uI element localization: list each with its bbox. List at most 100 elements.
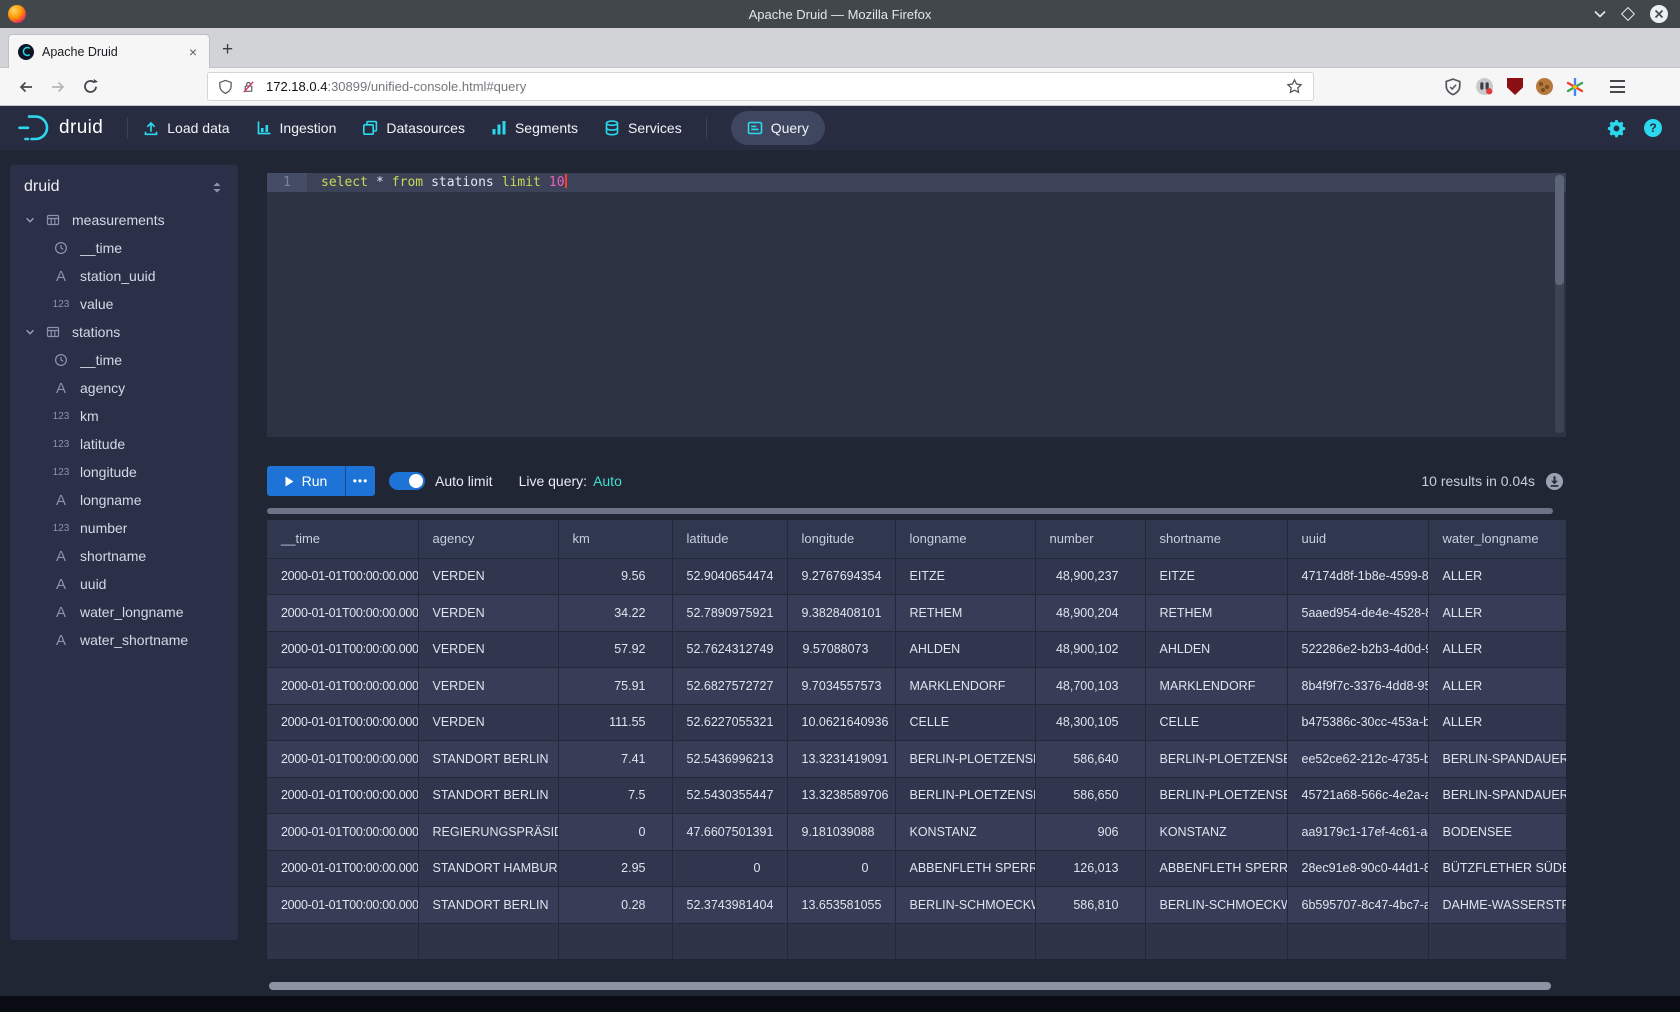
sidebar-column[interactable]: A shortname [10, 542, 238, 570]
table-cell[interactable]: BODENSEE [1428, 814, 1566, 851]
table-cell[interactable]: 52.6227055321 [672, 704, 787, 741]
table-cell[interactable] [672, 923, 787, 959]
table-cell[interactable] [1035, 923, 1145, 959]
table-cell[interactable]: 47.6607501391 [672, 814, 787, 851]
column-header[interactable]: latitude [672, 520, 787, 558]
column-header[interactable]: shortname [1145, 520, 1287, 558]
bookmark-star-icon[interactable] [1286, 78, 1303, 95]
table-cell[interactable]: ABBENFLETH SPERRWERK [1145, 850, 1287, 887]
table-cell[interactable]: 34.22 [558, 595, 672, 632]
table-cell[interactable]: 75.91 [558, 668, 672, 705]
table-cell[interactable]: 7.41 [558, 741, 672, 778]
table-cell[interactable]: CELLE [895, 704, 1035, 741]
table-cell[interactable]: 586,640 [1035, 741, 1145, 778]
sidebar-column[interactable]: __time [10, 234, 238, 262]
sidebar-column[interactable]: A water_shortname [10, 626, 238, 654]
table-cell[interactable]: 48,700,103 [1035, 668, 1145, 705]
table-cell[interactable]: 10.0621640936 [787, 704, 895, 741]
table-cell[interactable]: ee52ce62-212c-4735-b4 [1287, 741, 1428, 778]
table-cell[interactable]: ALLER [1428, 558, 1566, 595]
table-cell[interactable]: VERDEN [418, 558, 558, 595]
sort-icon[interactable] [210, 180, 224, 195]
table-cell[interactable]: ALLER [1428, 631, 1566, 668]
table-cell[interactable]: STANDORT BERLIN [418, 741, 558, 778]
column-header[interactable]: __time [267, 520, 418, 558]
table-cell[interactable]: KONSTANZ [1145, 814, 1287, 851]
table-cell[interactable]: 47174d8f-1b8e-4599-8a [1287, 558, 1428, 595]
table-cell[interactable]: 9.56 [558, 558, 672, 595]
table-cell[interactable]: MARKLENDORF [895, 668, 1035, 705]
menu-icon[interactable] [1610, 80, 1625, 93]
nav-item-services[interactable]: Services [604, 120, 682, 136]
live-query-value[interactable]: Auto [593, 473, 622, 489]
table-cell[interactable]: 2000-01-01T00:00:00.000Z [267, 741, 418, 778]
sidebar-column[interactable]: 123 value [10, 290, 238, 318]
nav-item-load-data[interactable]: Load data [143, 120, 229, 136]
table-cell[interactable]: 52.6827572727 [672, 668, 787, 705]
horizontal-scrollbar-top[interactable] [267, 508, 1553, 514]
table-cell[interactable]: 13.653581055 [787, 887, 895, 924]
sidebar-item-stations[interactable]: stations [10, 318, 238, 346]
table-cell[interactable] [895, 923, 1035, 959]
table-cell[interactable]: 45721a68-566c-4e2a-a6 [1287, 777, 1428, 814]
nav-item-ingestion[interactable]: Ingestion [256, 120, 337, 136]
table-cell[interactable]: VERDEN [418, 631, 558, 668]
table-cell[interactable]: 48,900,102 [1035, 631, 1145, 668]
editor-scrollbar[interactable] [1555, 175, 1564, 433]
table-cell[interactable]: VERDEN [418, 595, 558, 632]
sidebar-column[interactable]: 123 number [10, 514, 238, 542]
reload-icon[interactable] [78, 75, 102, 99]
table-cell[interactable]: STANDORT BERLIN [418, 887, 558, 924]
table-cell[interactable]: BERLIN-PLOETZENSEE C [895, 741, 1035, 778]
table-cell[interactable]: EITZE [895, 558, 1035, 595]
table-cell[interactable]: 2000-01-01T00:00:00.000Z [267, 558, 418, 595]
gear-icon[interactable] [1607, 119, 1626, 138]
table-cell[interactable]: 13.3238589706 [787, 777, 895, 814]
table-cell[interactable]: VERDEN [418, 704, 558, 741]
table-cell[interactable]: 52.7624312749 [672, 631, 787, 668]
more-options-button[interactable]: ••• [345, 466, 375, 496]
table-cell[interactable]: ABBENFLETH SPERRWERK [895, 850, 1035, 887]
sidebar-column[interactable]: A uuid [10, 570, 238, 598]
table-cell[interactable] [267, 923, 418, 959]
table-cell[interactable]: 0 [672, 850, 787, 887]
sidebar-column[interactable]: A station_uuid [10, 262, 238, 290]
privacy-shield-extension-icon[interactable] [1444, 78, 1462, 96]
table-cell[interactable]: 0 [558, 814, 672, 851]
ublock-extension-icon[interactable] [1507, 78, 1523, 95]
table-cell[interactable]: STANDORT BERLIN [418, 777, 558, 814]
new-tab-button[interactable]: + [222, 40, 233, 60]
table-cell[interactable]: STANDORT HAMBURG [418, 850, 558, 887]
table-cell[interactable]: BERLIN-SPANDAUER-S [1428, 777, 1566, 814]
table-cell[interactable] [558, 923, 672, 959]
table-cell[interactable]: 9.3828408101 [787, 595, 895, 632]
table-cell[interactable]: CELLE [1145, 704, 1287, 741]
table-cell[interactable] [1145, 923, 1287, 959]
table-cell[interactable]: 586,810 [1035, 887, 1145, 924]
insecure-lock-icon[interactable] [241, 79, 256, 95]
table-cell[interactable]: 2000-01-01T00:00:00.000Z [267, 887, 418, 924]
table-cell[interactable]: 2000-01-01T00:00:00.000Z [267, 595, 418, 632]
sql-editor[interactable]: 1 select*fromstationslimit10 [267, 173, 1566, 437]
close-window-icon[interactable] [1650, 5, 1668, 23]
table-cell[interactable]: 48,900,204 [1035, 595, 1145, 632]
sidebar-column[interactable]: 123 longitude [10, 458, 238, 486]
url-bar[interactable]: 172.18.0.4:30899/unified-console.html#qu… [207, 72, 1314, 101]
table-cell[interactable]: 2000-01-01T00:00:00.000Z [267, 631, 418, 668]
table-cell[interactable]: 52.5430355447 [672, 777, 787, 814]
sidebar-column[interactable]: A longname [10, 486, 238, 514]
table-cell[interactable]: BERLIN-PLOETZENSEE C [1145, 741, 1287, 778]
table-cell[interactable] [1287, 923, 1428, 959]
table-cell[interactable]: 8b4f9f7c-3376-4dd8-95c [1287, 668, 1428, 705]
auto-limit-toggle[interactable] [389, 472, 425, 490]
maximize-icon[interactable] [1621, 7, 1635, 21]
table-cell[interactable]: 52.5436996213 [672, 741, 787, 778]
table-cell[interactable]: 28ec91e8-90c0-44d1-8f0 [1287, 850, 1428, 887]
table-cell[interactable]: RETHEM [895, 595, 1035, 632]
table-cell[interactable]: 2.95 [558, 850, 672, 887]
cookie-extension-icon[interactable] [1536, 78, 1553, 95]
table-cell[interactable]: 0 [787, 850, 895, 887]
table-cell[interactable]: 6b595707-8c47-4bc7-a8 [1287, 887, 1428, 924]
table-cell[interactable]: 52.3743981404 [672, 887, 787, 924]
table-cell[interactable]: 57.92 [558, 631, 672, 668]
